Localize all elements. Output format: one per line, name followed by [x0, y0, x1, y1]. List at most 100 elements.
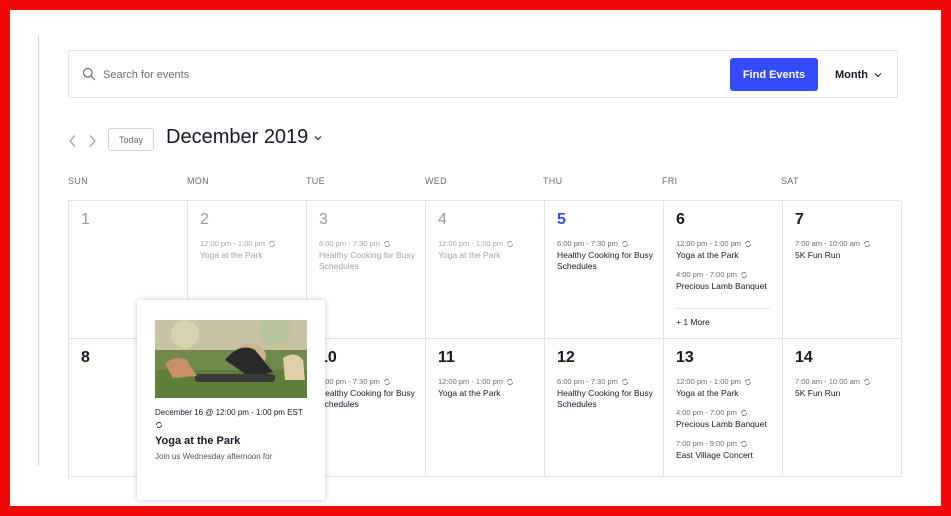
month-title-text: December 2019 [166, 126, 309, 148]
today-button[interactable]: Today [108, 128, 154, 151]
calendar-event[interactable]: 12:00 pm - 1:00 pm Yoga at the Park [676, 377, 776, 399]
calendar-event[interactable]: 7:00 am - 10:00 am 5K Fun Run [795, 239, 895, 261]
chevron-left-icon[interactable] [68, 134, 78, 148]
event-title: Precious Lamb Banquet [676, 281, 767, 291]
event-time: 12:00 pm - 1:00 pm [676, 239, 776, 248]
day-number: 1 [81, 211, 90, 228]
event-time: 7:00 am - 10:00 am [795, 377, 895, 386]
day-cell[interactable]: 12 6:00 pm - 7:30 pm Healthy Cooking for… [545, 339, 664, 477]
day-cell[interactable]: 14 7:00 am - 10:00 am 5K Fun Run [783, 339, 902, 477]
weekday-mon: MON [187, 176, 209, 186]
search-input[interactable] [101, 63, 705, 87]
weekday-sun: SUN [68, 176, 88, 186]
calendar-event[interactable]: 6:00 pm - 7:30 pm Healthy Cooking for Bu… [319, 239, 419, 272]
day-number: 4 [438, 211, 447, 228]
recurring-icon [740, 271, 747, 278]
day-number: 3 [319, 211, 328, 228]
day-cell[interactable]: 11 12:00 pm - 1:00 pm Yoga at the Park [426, 339, 545, 477]
day-number: 7 [795, 211, 804, 228]
event-title: Yoga at the Park [676, 250, 739, 260]
calendar-event[interactable]: 12:00 pm - 1:00 pm Yoga at the Park [438, 239, 538, 261]
event-time: 6:00 pm - 7:30 pm [557, 377, 657, 386]
day-cell[interactable]: 4 12:00 pm - 1:00 pm Yoga at the Park [426, 201, 545, 339]
recurring-icon [383, 378, 390, 385]
recurring-icon [269, 240, 275, 247]
recurring-icon [156, 422, 162, 428]
event-time: 12:00 pm - 1:00 pm [438, 239, 538, 248]
weekday-sat: SAT [781, 176, 799, 186]
more-divider [676, 308, 770, 309]
event-time: 6:00 pm - 7:30 pm [319, 239, 419, 248]
find-events-button[interactable]: Find Events [730, 58, 818, 91]
month-title[interactable]: December 2019 [166, 126, 322, 149]
calendar-event[interactable]: 6:00 pm - 7:30 pm Healthy Cooking for Bu… [319, 377, 419, 410]
search-bar: Find Events Month [68, 50, 898, 98]
recurring-icon [864, 378, 870, 385]
event-time: 4:00 pm - 7:00 pm [676, 270, 776, 279]
event-title: Precious Lamb Banquet [676, 419, 767, 429]
day-number: 14 [795, 349, 813, 366]
day-number: 11 [438, 349, 455, 366]
calendar-nav: Today December 2019 [68, 126, 568, 156]
weekday-tue: TUE [306, 176, 325, 186]
event-title: Yoga at the Park [438, 388, 501, 398]
recurring-icon [383, 240, 390, 247]
day-cell-today[interactable]: 5 6:00 pm - 7:30 pm Healthy Cooking for … [545, 201, 664, 339]
event-tooltip[interactable]: December 16 @ 12:00 pm - 1:00 pm EST Yog… [137, 300, 325, 500]
day-cell[interactable]: 6 12:00 pm - 1:00 pm Yoga at the Park 4:… [664, 201, 783, 339]
recurring-icon [507, 240, 513, 247]
chevron-right-icon[interactable] [87, 134, 97, 148]
left-divider [38, 36, 39, 466]
search-icon [82, 67, 96, 81]
event-time: 6:00 pm - 7:30 pm [319, 377, 419, 386]
recurring-icon [864, 240, 870, 247]
event-title: Healthy Cooking for Busy Schedules [557, 250, 653, 271]
day-number: 13 [676, 349, 694, 366]
event-title: Healthy Cooking for Busy Schedules [319, 250, 415, 271]
event-title: Healthy Cooking for Busy Schedules [557, 388, 653, 409]
event-title: Yoga at the Park [438, 250, 501, 260]
tooltip-excerpt: Join us Wednesday afternoon for [155, 452, 273, 461]
event-time: 12:00 pm - 1:00 pm [438, 377, 538, 386]
day-cell[interactable]: 7 7:00 am - 10:00 am 5K Fun Run [783, 201, 902, 339]
day-cell[interactable]: 13 12:00 pm - 1:00 pm Yoga at the Park 4… [664, 339, 783, 477]
recurring-icon [740, 440, 747, 447]
chevron-down-icon [874, 73, 882, 78]
event-title: 5K Fun Run [795, 250, 841, 260]
calendar-event[interactable]: 4:00 pm - 7:00 pm Precious Lamb Banquet [676, 408, 776, 430]
day-number: 5 [557, 211, 566, 228]
event-time: 7:00 am - 10:00 am [795, 239, 895, 248]
event-time: 12:00 pm - 1:00 pm [676, 377, 776, 386]
event-time: 7:00 pm - 9:00 pm [676, 439, 776, 448]
view-selector[interactable]: Month [835, 65, 882, 85]
recurring-icon [740, 409, 747, 416]
day-number: 6 [676, 211, 685, 228]
event-title: 5K Fun Run [795, 388, 841, 398]
more-events-link[interactable]: + 1 More [676, 317, 710, 327]
calendar-event[interactable]: 12:00 pm - 1:00 pm Yoga at the Park [200, 239, 300, 261]
calendar-event[interactable]: 12:00 pm - 1:00 pm Yoga at the Park [438, 377, 538, 399]
recurring-icon [621, 378, 628, 385]
recurring-icon [745, 378, 751, 385]
tooltip-date: December 16 @ 12:00 pm - 1:00 pm EST [155, 408, 303, 417]
calendar-event[interactable]: 7:00 pm - 9:00 pm East Village Concert [676, 439, 776, 461]
event-title: Yoga at the Park [676, 388, 739, 398]
calendar-event[interactable]: 12:00 pm - 1:00 pm Yoga at the Park [676, 239, 776, 261]
chevron-down-icon [314, 135, 322, 140]
event-time: 6:00 pm - 7:30 pm [557, 239, 657, 248]
day-number: 8 [81, 349, 90, 366]
event-time: 4:00 pm - 7:00 pm [676, 408, 776, 417]
event-title: East Village Concert [676, 450, 753, 460]
event-title: Healthy Cooking for Busy Schedules [319, 388, 415, 409]
calendar-event[interactable]: 6:00 pm - 7:30 pm Healthy Cooking for Bu… [557, 239, 657, 272]
event-time: 12:00 pm - 1:00 pm [200, 239, 300, 248]
calendar-event[interactable]: 4:00 pm - 7:00 pm Precious Lamb Banquet [676, 270, 776, 292]
calendar-event[interactable]: 7:00 am - 10:00 am 5K Fun Run [795, 377, 895, 399]
tooltip-title[interactable]: Yoga at the Park [155, 435, 240, 447]
calendar-event[interactable]: 6:00 pm - 7:30 pm Healthy Cooking for Bu… [557, 377, 657, 410]
event-title: Yoga at the Park [200, 250, 263, 260]
day-number: 2 [200, 211, 209, 228]
recurring-icon [621, 240, 628, 247]
recurring-icon [507, 378, 513, 385]
event-image [155, 320, 307, 398]
